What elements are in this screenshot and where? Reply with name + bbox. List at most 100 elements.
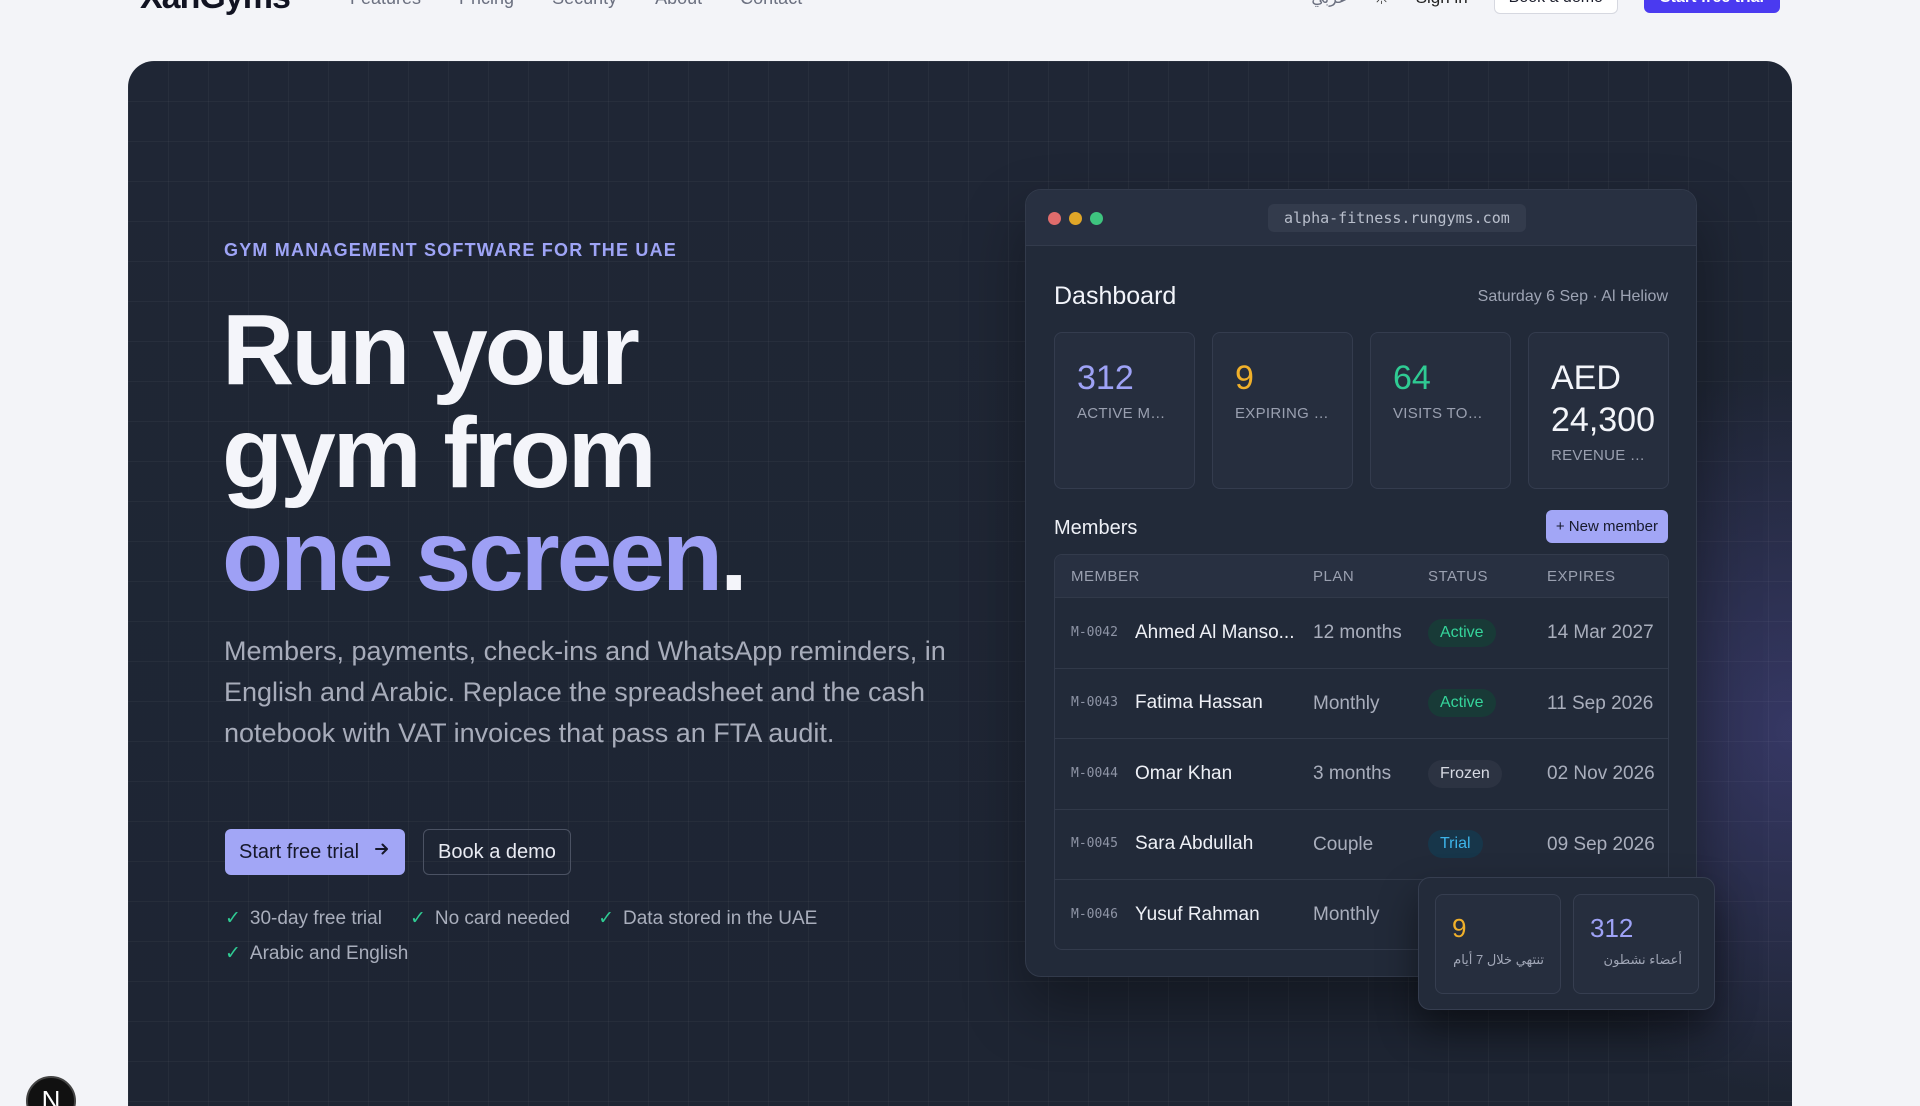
nav-book-demo-button[interactable]: Book a demo xyxy=(1493,0,1618,14)
start-free-trial-label: Start free trial xyxy=(239,840,360,863)
member-id: M-0043 xyxy=(1071,695,1118,711)
column-header-status[interactable]: STATUS xyxy=(1428,568,1547,585)
status-badge: Frozen xyxy=(1428,759,1502,788)
window-close-dot xyxy=(1048,212,1061,225)
member-name: Sara Abdullah xyxy=(1135,833,1254,855)
arabic-stat-expiring: 9 تنتهي خلال 7 أيام xyxy=(1435,894,1561,994)
nav-link-features[interactable]: Features xyxy=(350,0,421,9)
stat-card-active-members: 312 ACTIVE ME... xyxy=(1054,332,1195,489)
book-demo-button[interactable]: Book a demo xyxy=(423,829,571,875)
member-id: M-0042 xyxy=(1071,624,1118,640)
check-label: Data stored in the UAE xyxy=(623,907,818,929)
nav-links: Features Pricing Security About Contact xyxy=(350,0,802,9)
member-expires: 09 Sep 2026 xyxy=(1547,833,1655,855)
check-item: ✓ Data stored in the UAE xyxy=(598,907,817,930)
member-id: M-0045 xyxy=(1071,836,1118,852)
check-item: ✓ 30-day free trial xyxy=(225,907,382,930)
brand-logo[interactable]: XanGyms xyxy=(140,0,291,17)
check-icon: ✓ xyxy=(225,943,241,964)
arabic-stat-active: 312 أعضاء نشطون xyxy=(1573,894,1699,994)
member-name: Yusuf Rahman xyxy=(1135,903,1260,925)
arabic-stat-label: تنتهي خلال 7 أيام xyxy=(1453,952,1544,967)
member-plan: 12 months xyxy=(1313,622,1402,644)
nav-start-trial-button[interactable]: Start free trial xyxy=(1643,0,1780,13)
stat-label: REVENUE T... xyxy=(1551,447,1646,464)
table-row[interactable]: M-0042 Ahmed Al Manso... 12 months Active… xyxy=(1055,597,1668,668)
url-bar: alpha-fitness.rungyms.com xyxy=(1268,204,1526,232)
check-label: 30-day free trial xyxy=(249,907,382,929)
members-heading: Members xyxy=(1054,517,1138,539)
stat-card-revenue: AED 24,300 REVENUE T... xyxy=(1528,332,1669,489)
table-row[interactable]: M-0045 Sara Abdullah Couple Trial 09 Sep … xyxy=(1055,808,1668,880)
table-row[interactable]: M-0043 Fatima Hassan Monthly Active 11 Se… xyxy=(1055,667,1668,739)
member-expires: 14 Mar 2027 xyxy=(1547,622,1654,644)
headline-line-2: gym from xyxy=(222,397,657,509)
sun-icon[interactable]: ☀ xyxy=(1374,0,1390,9)
dev-tools-avatar[interactable]: N xyxy=(26,1076,76,1106)
headline-line-1: Run your xyxy=(222,294,640,406)
arabic-stat-label: أعضاء نشطون xyxy=(1603,952,1682,967)
hero-headline: Run your gym from one screen. xyxy=(222,299,748,608)
stat-card-visits-today: 64 VISITS TOD... xyxy=(1370,332,1511,489)
stat-value: 312 xyxy=(1077,359,1134,397)
sign-in-link[interactable]: Sign in xyxy=(1416,0,1468,8)
new-member-button[interactable]: + New member xyxy=(1545,510,1668,543)
stat-label: ACTIVE ME... xyxy=(1077,405,1172,422)
dashboard-title: Dashboard xyxy=(1054,282,1177,310)
window-minimize-dot xyxy=(1069,212,1082,225)
arabic-stat-value: 9 xyxy=(1452,913,1467,943)
browser-toolbar: alpha-fitness.rungyms.com xyxy=(1026,190,1696,246)
stat-value: AED 24,300 xyxy=(1551,359,1655,439)
member-expires: 11 Sep 2026 xyxy=(1547,692,1654,714)
headline-period: . xyxy=(720,500,748,612)
check-label: No card needed xyxy=(434,907,571,929)
nav-actions: عربي ☀ Sign in Book a demo Start free tr… xyxy=(1311,0,1780,14)
nav-link-pricing[interactable]: Pricing xyxy=(459,0,514,9)
hero-cta-row: Start free trial Book a demo xyxy=(225,829,571,875)
stat-value: 64 xyxy=(1393,359,1431,397)
column-header-member[interactable]: MEMBER xyxy=(1055,568,1313,585)
dashboard-preview-window: alpha-fitness.rungyms.com Dashboard Satu… xyxy=(1025,189,1697,977)
check-label: Arabic and English xyxy=(249,942,409,964)
stat-card-expiring: 9 EXPIRING I... xyxy=(1212,332,1353,489)
check-item: ✓ Arabic and English xyxy=(225,942,408,965)
member-plan: 3 months xyxy=(1313,763,1392,785)
member-name: Fatima Hassan xyxy=(1135,692,1263,714)
table-header: MEMBER PLAN STATUS EXPIRES xyxy=(1055,555,1668,597)
status-badge: Trial xyxy=(1428,830,1483,859)
stat-label: VISITS TOD... xyxy=(1393,405,1488,422)
status-badge: Active xyxy=(1428,689,1496,718)
member-name: Ahmed Al Manso... xyxy=(1135,621,1295,643)
top-navigation: XanGyms Features Pricing Security About … xyxy=(0,0,1920,17)
check-icon: ✓ xyxy=(225,908,241,929)
arrow-right-icon xyxy=(373,840,391,864)
hero-subtext: Members, payments, check-ins and WhatsAp… xyxy=(224,636,946,748)
nav-link-about[interactable]: About xyxy=(655,0,702,9)
dashboard-date: Saturday 6 Sep · Al Heliow xyxy=(1477,288,1668,305)
start-free-trial-button[interactable]: Start free trial xyxy=(225,829,406,875)
arabic-stat-value: 312 xyxy=(1590,913,1634,943)
headline-accent: one screen xyxy=(222,500,723,612)
member-expires: 02 Nov 2026 xyxy=(1547,763,1655,785)
member-plan: Monthly xyxy=(1313,904,1380,926)
column-header-plan[interactable]: PLAN xyxy=(1313,563,1428,590)
hero-section: GYM MANAGEMENT SOFTWARE FOR THE UAE Run … xyxy=(128,61,1792,1106)
member-id: M-0046 xyxy=(1071,906,1118,922)
member-name: Omar Khan xyxy=(1135,762,1233,784)
check-item: ✓ No card needed xyxy=(410,907,570,930)
stat-value: 9 xyxy=(1235,359,1254,397)
stat-label: EXPIRING I... xyxy=(1235,405,1330,422)
arabic-stats-card: 9 تنتهي خلال 7 أيام 312 أعضاء نشطون xyxy=(1418,877,1715,1010)
language-toggle[interactable]: عربي xyxy=(1311,0,1347,8)
member-plan: Couple xyxy=(1313,833,1374,855)
nav-link-contact[interactable]: Contact xyxy=(740,0,802,9)
status-badge: Active xyxy=(1428,618,1496,647)
member-plan: Monthly xyxy=(1313,692,1380,714)
nav-link-security[interactable]: Security xyxy=(552,0,617,9)
window-maximize-dot xyxy=(1090,212,1103,225)
hero-eyebrow: GYM MANAGEMENT SOFTWARE FOR THE UAE xyxy=(224,240,677,260)
column-header-expires[interactable]: EXPIRES xyxy=(1547,563,1667,590)
check-icon: ✓ xyxy=(598,908,614,929)
table-row[interactable]: M-0044 Omar Khan 3 months Frozen 02 Nov 2… xyxy=(1055,738,1668,809)
feature-checklist: ✓ 30-day free trial ✓ No card needed ✓ Data… xyxy=(225,907,945,965)
